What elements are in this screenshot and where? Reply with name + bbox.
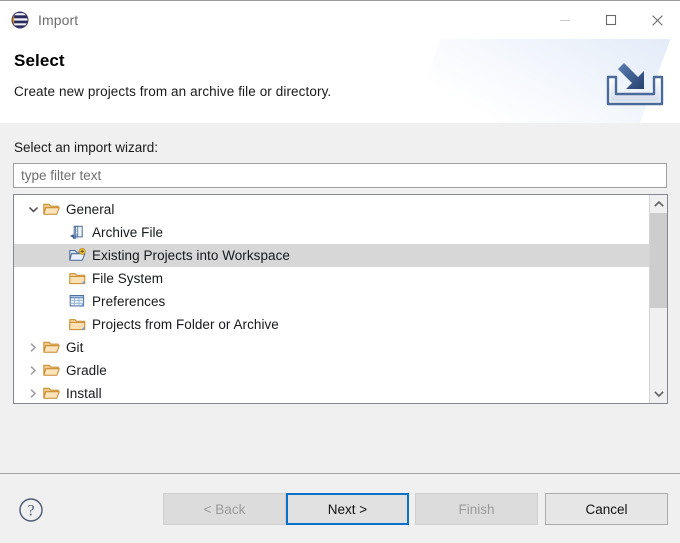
- page-description: Create new projects from an archive file…: [14, 84, 332, 99]
- folder-icon: [68, 316, 86, 334]
- tree-item-git[interactable]: Git: [14, 336, 649, 359]
- minimize-icon: [560, 20, 570, 21]
- scroll-thumb[interactable]: [650, 213, 667, 308]
- minimize-button[interactable]: [542, 1, 588, 39]
- chevron-down-icon: [653, 391, 664, 398]
- tree-twisty-placeholder: [51, 267, 68, 290]
- tree-item-archive-file[interactable]: Archive File: [14, 221, 649, 244]
- chevron-down-icon[interactable]: [25, 198, 42, 221]
- chevron-right-icon[interactable]: [25, 359, 42, 382]
- tree-item-label: General: [66, 202, 115, 217]
- tree-item-label: Preferences: [92, 294, 166, 309]
- window-controls: [542, 1, 680, 39]
- maximize-button[interactable]: [588, 1, 634, 39]
- tree-item-label: File System: [92, 271, 164, 286]
- wizard-header: Select Create new projects from an archi…: [0, 39, 680, 123]
- window-title: Import: [38, 12, 79, 28]
- tree-item-label: Projects from Folder or Archive: [92, 317, 279, 332]
- import-project-folder-icon: [68, 247, 86, 265]
- eclipse-logo-icon: [11, 11, 29, 29]
- tree-item-label: Archive File: [92, 225, 164, 240]
- folder-open-icon: [42, 362, 60, 380]
- next-button[interactable]: Next >: [286, 493, 409, 525]
- folder-open-icon: [42, 201, 60, 219]
- close-icon: [651, 14, 663, 26]
- filter-input[interactable]: [13, 163, 667, 188]
- dialog-button-row: < Back Next > Finish Cancel: [0, 493, 680, 527]
- tree-twisty-placeholder: [51, 221, 68, 244]
- archive-file-icon: [68, 224, 86, 242]
- import-tray-arrow-icon: [606, 63, 664, 106]
- close-button[interactable]: [634, 1, 680, 39]
- finish-button[interactable]: Finish: [415, 493, 538, 525]
- folder-open-icon: [42, 339, 60, 357]
- chevron-right-icon[interactable]: [25, 382, 42, 403]
- folder-open-icon: [42, 385, 60, 403]
- cancel-button[interactable]: Cancel: [545, 493, 668, 525]
- tree-list: General Archive File Existing Projects int…: [14, 195, 649, 403]
- tree-twisty-placeholder: [51, 313, 68, 336]
- scroll-up-button[interactable]: [650, 195, 667, 213]
- page-title: Select: [14, 51, 65, 70]
- scroll-down-button[interactable]: [650, 385, 667, 403]
- maximize-icon: [605, 14, 617, 26]
- tree-item-label: Git: [66, 340, 84, 355]
- tree-twisty-placeholder: [51, 290, 68, 313]
- tree-item-label: Gradle: [66, 363, 107, 378]
- tree-item-file-system[interactable]: File System: [14, 267, 649, 290]
- tree-item-projects-from-folder-or-archive[interactable]: Projects from Folder or Archive: [14, 313, 649, 336]
- tree-item-label: Existing Projects into Workspace: [92, 248, 290, 263]
- back-button[interactable]: < Back: [163, 493, 286, 525]
- tree-item-general[interactable]: General: [14, 198, 649, 221]
- chevron-right-icon[interactable]: [25, 336, 42, 359]
- import-wizard-dialog: Import Select Create new projects from a…: [0, 0, 680, 543]
- tree-vertical-scrollbar[interactable]: [649, 195, 667, 403]
- tree-item-label: Install: [66, 386, 102, 401]
- wizard-body: Select an import wizard: General Archive …: [0, 123, 680, 473]
- preferences-grid-icon: [68, 293, 86, 311]
- scroll-track[interactable]: [650, 213, 667, 385]
- tree-item-preferences[interactable]: Preferences: [14, 290, 649, 313]
- wizard-select-label: Select an import wizard:: [14, 140, 159, 155]
- tree-item-existing-projects-into-workspace[interactable]: Existing Projects into Workspace: [14, 244, 649, 267]
- tree-item-gradle[interactable]: Gradle: [14, 359, 649, 382]
- chevron-up-icon: [653, 200, 664, 207]
- tree-item-install[interactable]: Install: [14, 382, 649, 403]
- tree-twisty-placeholder: [51, 244, 68, 267]
- folder-icon: [68, 270, 86, 288]
- title-bar: Import: [0, 1, 680, 39]
- import-wizard-tree[interactable]: General Archive File Existing Projects int…: [13, 194, 668, 404]
